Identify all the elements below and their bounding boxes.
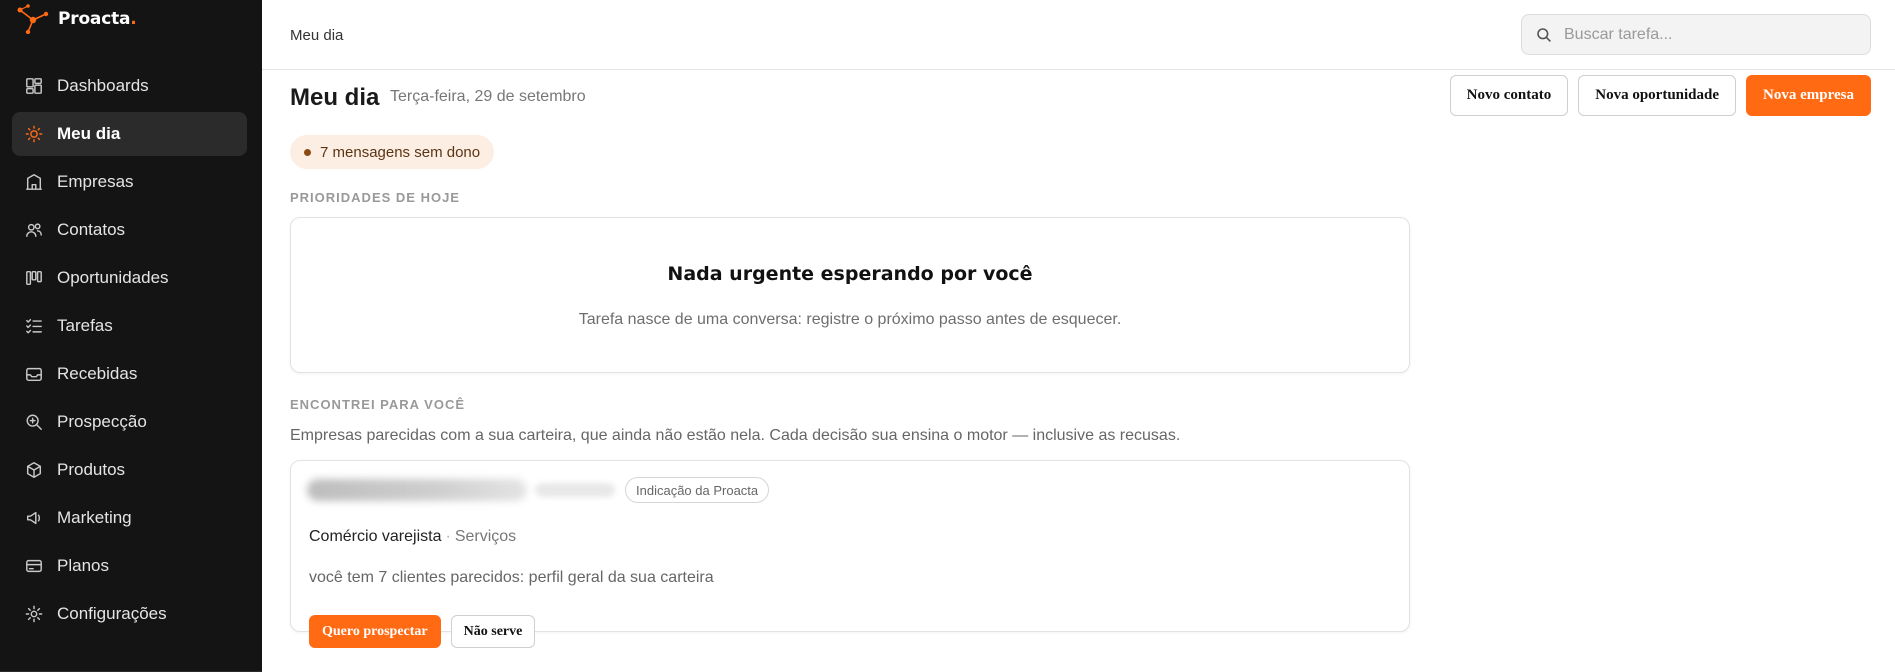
priorities-card: Nada urgente esperando por você Tarefa n… bbox=[290, 217, 1410, 373]
search-input[interactable] bbox=[1564, 25, 1854, 44]
sidebar-item-label: Marketing bbox=[57, 508, 132, 527]
sidebar-item-oportunidades[interactable]: Oportunidades bbox=[12, 256, 247, 300]
empty-state-subtitle: Tarefa nasce de uma conversa: registre o… bbox=[578, 311, 1122, 328]
sidebar-item-recebidas[interactable]: Recebidas bbox=[12, 352, 247, 396]
sidebar-item-label: Planos bbox=[57, 556, 109, 575]
suggestion-actions: Quero prospectar Não serve bbox=[309, 615, 536, 648]
gear-icon bbox=[24, 604, 44, 624]
company-detail-redacted bbox=[535, 483, 615, 497]
page-title: Meu dia bbox=[290, 84, 380, 111]
checklist-icon bbox=[24, 316, 44, 336]
sidebar-item-label: Meu dia bbox=[57, 124, 121, 143]
suggestions-description: Empresas parecidas com a sua carteira, q… bbox=[290, 427, 1181, 444]
sidebar-item-label: Recebidas bbox=[57, 364, 138, 383]
subsegment-label: Serviços bbox=[454, 528, 517, 545]
search-plus-icon bbox=[24, 412, 44, 432]
sidebar-item-empresas[interactable]: Empresas bbox=[12, 160, 247, 204]
sidebar-item-label: Oportunidades bbox=[57, 268, 169, 287]
brand-logo[interactable]: Proacta. bbox=[16, 4, 137, 34]
suggestion-card: Indicação da Proacta Comércio varejista ·… bbox=[290, 460, 1410, 648]
sidebar-item-tarefas[interactable]: Tarefas bbox=[12, 304, 247, 348]
segment-label: Comércio varejista bbox=[309, 528, 442, 545]
sidebar-item-label: Contatos bbox=[57, 220, 126, 239]
sun-icon bbox=[24, 124, 44, 144]
sidebar-nav: Dashboards Meu dia Empresas Contatos Opo… bbox=[12, 64, 247, 640]
dashboard-icon bbox=[24, 76, 44, 96]
sidebar-item-label: Produtos bbox=[57, 460, 126, 479]
users-icon bbox=[24, 220, 44, 240]
breadcrumb: Meu dia bbox=[290, 27, 344, 44]
kanban-icon bbox=[24, 268, 44, 288]
search-icon bbox=[1537, 27, 1551, 42]
sidebar-item-label: Dashboards bbox=[57, 76, 149, 95]
badge-label: 7 mensagens sem dono bbox=[320, 143, 481, 161]
sidebar-item-prospeccao[interactable]: Prospecção bbox=[12, 400, 247, 444]
sidebar-item-label: Configurações bbox=[57, 604, 167, 623]
suggestions-heading: ENCONTREI PARA VOCÊ bbox=[290, 397, 466, 412]
new-opportunity-button[interactable]: Nova oportunidade bbox=[1578, 75, 1737, 116]
unassigned-messages-badge[interactable]: 7 mensagens sem dono bbox=[290, 135, 495, 169]
sidebar: Proacta. Dashboards Meu dia Empresas Con… bbox=[0, 0, 262, 672]
sidebar-item-dashboards[interactable]: Dashboards bbox=[12, 64, 247, 108]
search-box[interactable] bbox=[1521, 14, 1871, 55]
sidebar-item-label: Tarefas bbox=[57, 316, 113, 335]
proacta-logo-icon bbox=[17, 4, 49, 34]
box-icon bbox=[24, 460, 44, 480]
new-contact-button[interactable]: Novo contato bbox=[1449, 75, 1569, 116]
prospect-button[interactable]: Quero prospectar bbox=[309, 615, 441, 648]
reject-button[interactable]: Não serve bbox=[450, 615, 536, 648]
company-name-redacted bbox=[307, 479, 527, 501]
sidebar-item-produtos[interactable]: Produtos bbox=[12, 448, 247, 492]
sidebar-item-planos[interactable]: Planos bbox=[12, 544, 247, 588]
sidebar-item-meu-dia[interactable]: Meu dia bbox=[12, 112, 247, 156]
page-actions: Novo contato Nova oportunidade Nova empr… bbox=[1449, 75, 1871, 116]
company-segment: Comércio varejista · Serviços bbox=[309, 528, 516, 546]
sidebar-item-marketing[interactable]: Marketing bbox=[12, 496, 247, 540]
page-date: Terça-feira, 29 de setembro bbox=[390, 88, 586, 105]
sidebar-item-contatos[interactable]: Contatos bbox=[12, 208, 247, 252]
inbox-icon bbox=[24, 364, 44, 384]
status-dot bbox=[304, 148, 311, 156]
card-icon bbox=[24, 556, 44, 576]
brand-name: Proacta. bbox=[58, 9, 137, 29]
empty-state-title: Nada urgente esperando por você bbox=[667, 263, 1033, 285]
sidebar-item-label: Prospecção bbox=[57, 412, 147, 431]
building-icon bbox=[24, 172, 44, 192]
priorities-heading: PRIORIDADES DE HOJE bbox=[290, 190, 460, 205]
new-company-button[interactable]: Nova empresa bbox=[1746, 75, 1871, 116]
sidebar-item-label: Empresas bbox=[57, 172, 134, 191]
sidebar-item-configuracoes[interactable]: Configurações bbox=[12, 592, 247, 636]
separator: · bbox=[445, 528, 451, 545]
topbar: Meu dia bbox=[262, 0, 1895, 70]
megaphone-icon bbox=[24, 508, 44, 528]
recommendation-tag: Indicação da Proacta bbox=[625, 477, 770, 503]
suggestion-reason: você tem 7 clientes parecidos: perfil ge… bbox=[309, 569, 714, 586]
